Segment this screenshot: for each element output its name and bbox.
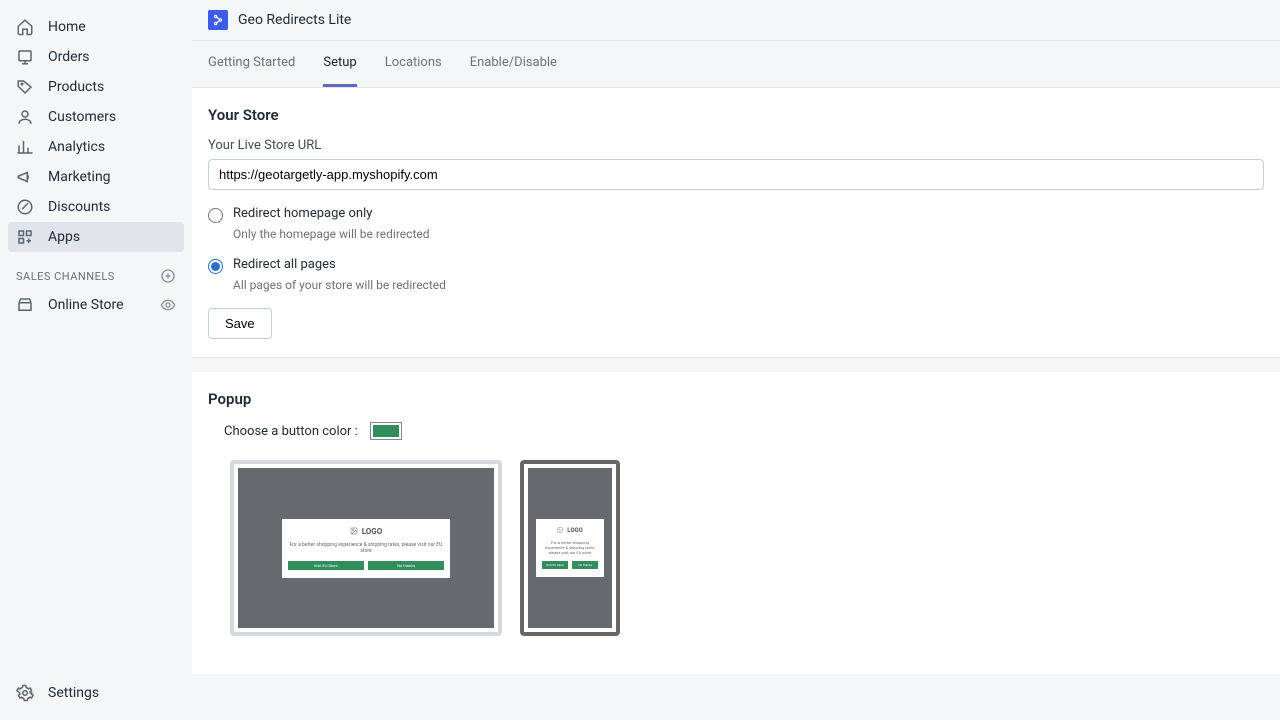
apps-icon [16, 228, 34, 246]
app-header: Geo Redirects Lite [192, 0, 1280, 41]
app-logo-icon [208, 10, 228, 30]
radio-all-pages[interactable]: Redirect all pages [208, 257, 1264, 274]
megaphone-icon [16, 168, 34, 186]
color-label: Choose a button color : [224, 424, 358, 439]
orders-icon [16, 48, 34, 66]
color-picker[interactable] [370, 422, 402, 440]
nav-label: Settings [48, 685, 99, 701]
sales-channels-header: SALES CHANNELS [0, 252, 192, 290]
preview-logo: LOGO [288, 527, 445, 536]
gear-icon [16, 684, 34, 702]
preview-nothanks-btn: No thanks [368, 561, 444, 570]
tab-setup[interactable]: Setup [323, 41, 356, 87]
nav-discounts[interactable]: Discounts [8, 192, 184, 222]
nav-products[interactable]: Products [8, 72, 184, 102]
nav-label: Online Store [48, 297, 124, 313]
nav-label: Marketing [48, 169, 111, 185]
radio-homepage-input[interactable] [208, 208, 223, 223]
url-label: Your Live Store URL [208, 138, 1264, 153]
app-title: Geo Redirects Lite [238, 12, 351, 28]
tab-enable-disable[interactable]: Enable/Disable [470, 41, 557, 87]
preview-visit-btn: Visit EU Store [288, 561, 364, 570]
nav-label: Orders [48, 49, 90, 65]
nav-analytics[interactable]: Analytics [8, 132, 184, 162]
preview-mobile: LOGO For a better shopping experience & … [520, 460, 620, 636]
section-heading: Your Store [208, 106, 1264, 124]
nav-label: Analytics [48, 139, 105, 155]
nav-label: Discounts [48, 199, 110, 215]
section-heading: Popup [208, 390, 1264, 408]
radio-desc: All pages of your store will be redirect… [233, 278, 1264, 292]
radio-allpages-input[interactable] [208, 259, 223, 274]
radio-label: Redirect all pages [233, 257, 336, 272]
preview-desktop: LOGO For a better shopping experience & … [230, 460, 502, 636]
radio-homepage-only[interactable]: Redirect homepage only [208, 206, 1264, 223]
nav-label: Apps [48, 229, 80, 245]
radio-label: Redirect homepage only [233, 206, 372, 221]
nav-customers[interactable]: Customers [8, 102, 184, 132]
discount-icon [16, 198, 34, 216]
home-icon [16, 18, 34, 36]
nav-settings[interactable]: Settings [8, 678, 184, 708]
user-icon [16, 108, 34, 126]
preview-visit-btn: Visit EU Store [542, 561, 568, 569]
preview-nothanks-btn: No thanks [572, 561, 598, 569]
save-button[interactable]: Save [208, 308, 272, 339]
nav-label: Customers [48, 109, 116, 125]
nav-orders[interactable]: Orders [8, 42, 184, 72]
chart-icon [16, 138, 34, 156]
main-content: Geo Redirects Lite Getting Started Setup… [192, 0, 1280, 720]
preview-text: For a better shopping experience & shipp… [542, 540, 599, 556]
add-channel-icon[interactable] [160, 268, 176, 284]
nav-label: Products [48, 79, 104, 95]
your-store-section: Your Store Your Live Store URL Redirect … [192, 88, 1280, 358]
nav-marketing[interactable]: Marketing [8, 162, 184, 192]
image-icon [557, 527, 563, 533]
nav-home[interactable]: Home [8, 12, 184, 42]
section-label: SALES CHANNELS [16, 270, 115, 283]
sidebar: Home Orders Products Customers Analytics… [0, 0, 192, 720]
nav-label: Home [48, 19, 86, 35]
tabs: Getting Started Setup Locations Enable/D… [192, 41, 1280, 88]
eye-icon[interactable] [160, 297, 176, 313]
tab-locations[interactable]: Locations [385, 41, 442, 87]
store-url-input[interactable] [208, 159, 1264, 190]
store-icon [16, 296, 34, 314]
preview-text: For a better shopping experience & shipp… [288, 542, 445, 555]
image-icon [350, 527, 358, 535]
tag-icon [16, 78, 34, 96]
nav-apps[interactable]: Apps [8, 222, 184, 252]
tab-getting-started[interactable]: Getting Started [208, 41, 295, 87]
radio-desc: Only the homepage will be redirected [233, 227, 1264, 241]
preview-logo: LOGO [542, 527, 599, 534]
popup-section: Popup Choose a button color : LOGO [192, 372, 1280, 674]
channel-online-store[interactable]: Online Store [8, 290, 184, 320]
